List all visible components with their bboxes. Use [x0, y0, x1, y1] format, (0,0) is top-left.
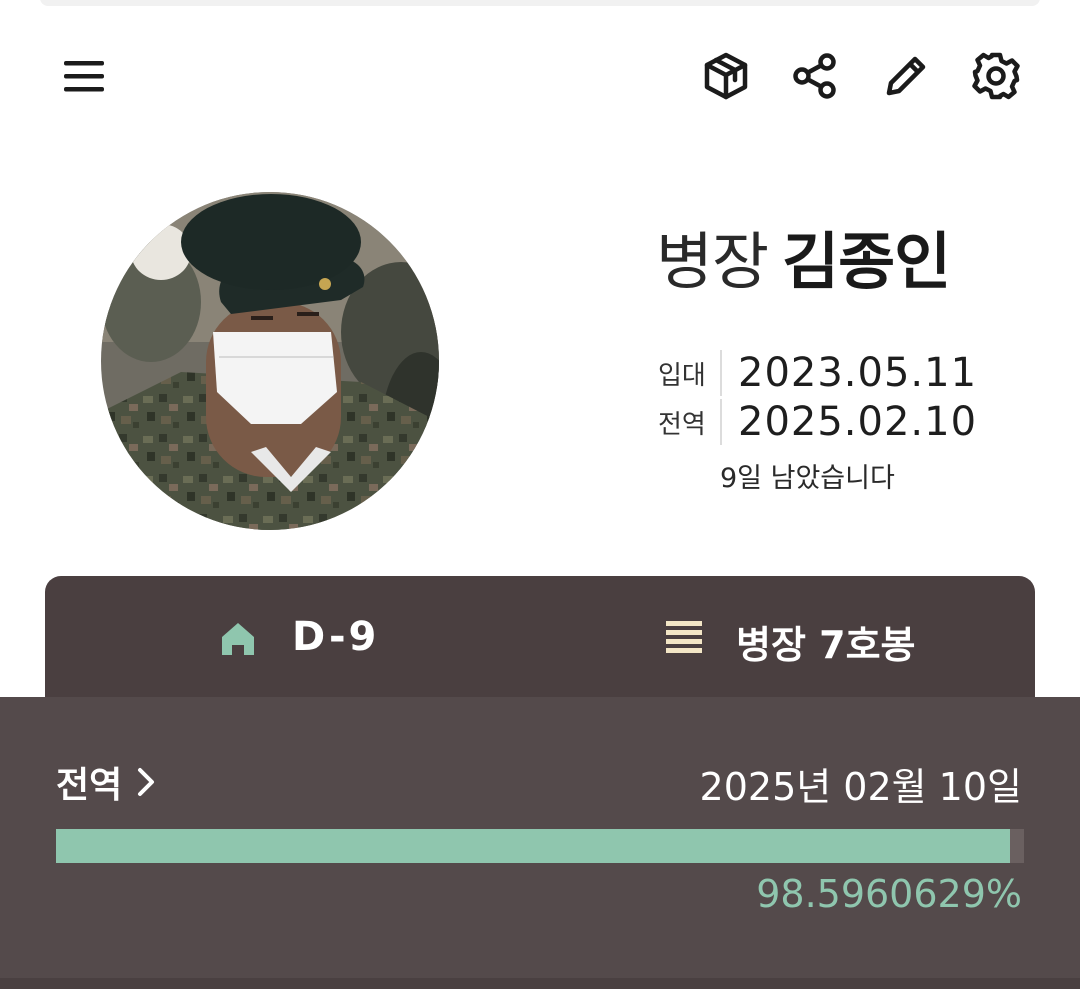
discharge-label: 전역 — [658, 409, 706, 440]
share-icon — [793, 53, 836, 99]
enlist-label: 입대 — [658, 360, 706, 391]
date-divider — [720, 350, 722, 396]
home-icon — [222, 623, 254, 655]
service-progress-percent: 98.5960629% — [756, 872, 1022, 916]
share-button[interactable] — [783, 44, 847, 108]
package-icon — [704, 52, 748, 100]
panel-bottom-edge — [0, 978, 1080, 989]
dday-counter[interactable]: D-9 — [292, 614, 379, 660]
remaining-days-text: 9일 남았습니다 — [720, 463, 895, 494]
discharge-date: 2025.02.10 — [738, 399, 978, 445]
profile-avatar[interactable] — [101, 192, 439, 530]
menu-button[interactable] — [52, 44, 116, 108]
service-progress-bar — [56, 829, 1024, 863]
date-divider — [720, 399, 722, 445]
enlist-row: 입대 2023.05.11 — [658, 350, 977, 396]
gear-icon — [972, 52, 1020, 100]
list-icon — [666, 621, 702, 653]
soldier-name: 김종인 — [782, 225, 951, 298]
soldier-portrait — [101, 192, 439, 530]
menu-icon — [64, 61, 104, 92]
pencil-icon — [886, 56, 926, 96]
chevron-right-icon — [138, 768, 155, 796]
rank-title: 병장 — [656, 225, 769, 298]
edit-button[interactable] — [874, 44, 938, 108]
rank-pay-grade[interactable]: 병장 7호봉 — [736, 614, 916, 669]
discharge-full-date: 2025년 02월 10일 — [699, 765, 1022, 809]
discharge-panel-label: 전역 — [56, 765, 123, 806]
package-button[interactable] — [694, 44, 758, 108]
soldier-name-line: 병장 김종인 — [656, 222, 951, 302]
service-progress-fill — [56, 829, 1011, 863]
settings-button[interactable] — [964, 44, 1028, 108]
enlist-date: 2023.05.11 — [738, 350, 978, 396]
top-sheet-edge — [40, 0, 1040, 6]
discharge-row: 전역 2025.02.10 — [658, 399, 977, 445]
discharge-link[interactable]: 전역 — [56, 756, 160, 808]
